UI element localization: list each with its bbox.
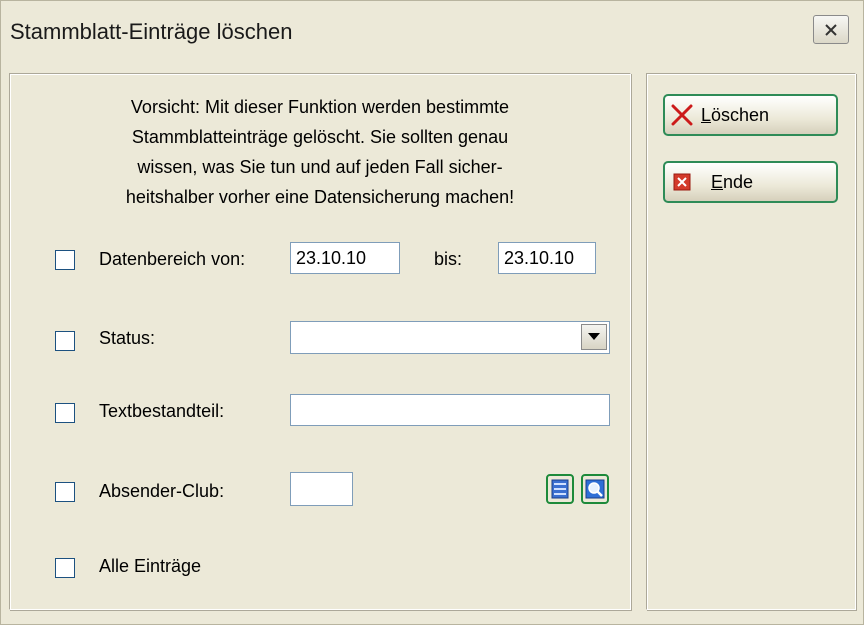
warning-text: Vorsicht: Mit dieser Funktion werden bes… [93,92,547,212]
warning-line: Vorsicht: Mit dieser Funktion werden bes… [130,97,510,117]
warning-line: wissen, was Sie tun und auf jeden Fall s… [137,157,503,177]
club-list-button[interactable] [546,474,574,504]
date-range-label: Datenbereich von: [99,249,246,269]
sender-club-field[interactable] [290,472,353,506]
title-bar: Stammblatt-Einträge löschen [1,1,863,63]
dropdown-arrow-icon [588,333,600,340]
status-checkbox[interactable] [55,331,75,351]
delete-button[interactable]: Löschen [663,94,838,136]
end-label-rest: nde [723,171,754,192]
club-search-button[interactable] [581,474,609,504]
end-mnemonic: E [711,171,724,192]
all-entries-label: Alle Einträge [99,556,202,576]
close-icon [825,23,837,36]
dialog-window: Stammblatt-Einträge löschen Vorsicht: Mi… [0,0,864,625]
text-part-label: Textbestandteil: [99,401,225,421]
status-label: Status: [99,328,156,348]
magnifier-icon [585,479,605,499]
end-button[interactable]: Ende [663,161,838,203]
warning-line: heitshalber vorher eine Datensicherung m… [125,187,515,207]
date-to-label: bis: [434,249,463,269]
date-to-field[interactable] [498,242,596,274]
red-x-icon [671,104,693,126]
exit-icon [673,173,691,191]
text-part-field[interactable] [290,394,610,426]
status-dropdown-button[interactable] [581,324,607,350]
list-icon [551,479,569,499]
delete-mnemonic: L [701,104,712,125]
sender-club-label: Absender-Club: [99,481,225,501]
text-part-checkbox[interactable] [55,403,75,423]
delete-label-rest: öschen [711,104,770,125]
status-select[interactable] [290,321,610,354]
close-button[interactable] [813,15,849,44]
warning-line: Stammblatteinträge gelöscht. Sie sollten… [131,127,509,147]
sender-club-checkbox[interactable] [55,482,75,502]
date-from-field[interactable] [290,242,400,274]
button-panel [646,73,856,610]
all-entries-checkbox[interactable] [55,558,75,578]
date-range-checkbox[interactable] [55,250,75,270]
window-title: Stammblatt-Einträge löschen [10,19,293,44]
